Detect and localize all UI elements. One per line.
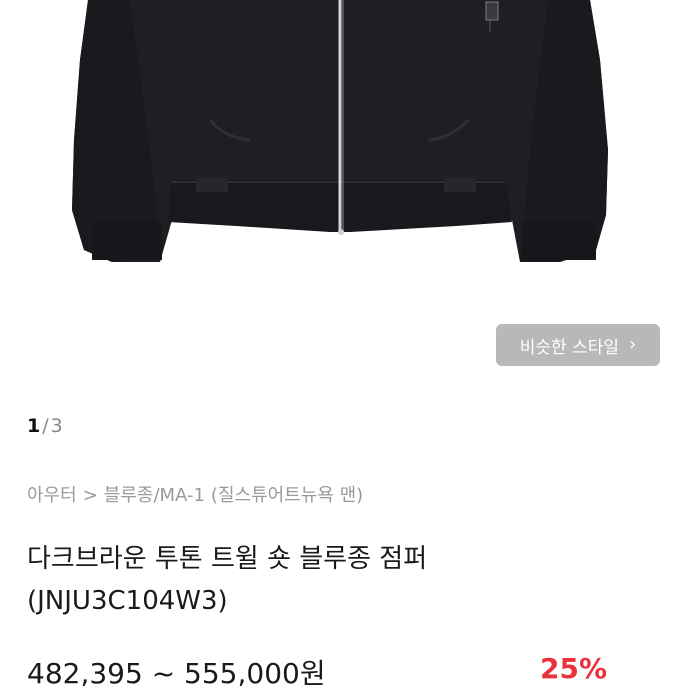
similar-style-button[interactable]: 비슷한 스타일 ›	[496, 324, 660, 366]
breadcrumb-item-brand[interactable]: (질스튜어트뉴욕 맨)	[211, 485, 363, 506]
breadcrumb: 아우터 > 블루종/MA-1 (질스튜어트뉴욕 맨)	[27, 481, 369, 507]
pager-separator: /	[42, 415, 49, 437]
similar-style-label: 비슷한 스타일	[519, 337, 620, 358]
total-pages: 3	[50, 415, 63, 437]
breadcrumb-item-blouson[interactable]: 블루종/MA-1	[104, 485, 205, 506]
breadcrumb-item-outer[interactable]: 아우터	[27, 485, 77, 506]
chevron-right-icon: ›	[629, 334, 637, 355]
current-page: 1	[27, 415, 41, 437]
breadcrumb-separator: >	[82, 485, 98, 506]
product-title: 다크브라운 투톤 트윌 숏 블루종 점퍼 (JNJU3C104W3)	[27, 538, 647, 622]
discount-rate: 25%	[540, 652, 608, 685]
product-name-line2: (JNJU3C104W3)	[27, 586, 228, 616]
right-cuff	[522, 222, 596, 260]
left-cuff	[92, 222, 162, 260]
price-row: 482,395 ~ 555,000원 25%	[27, 652, 667, 692]
right-tab	[444, 178, 476, 192]
product-image[interactable]	[0, 0, 674, 380]
image-pager: 1/3	[27, 415, 63, 437]
product-name-line1: 다크브라운 투톤 트윌 숏 블루종 점퍼	[27, 544, 428, 574]
chest-badge	[485, 1, 499, 21]
left-tab	[196, 178, 228, 192]
